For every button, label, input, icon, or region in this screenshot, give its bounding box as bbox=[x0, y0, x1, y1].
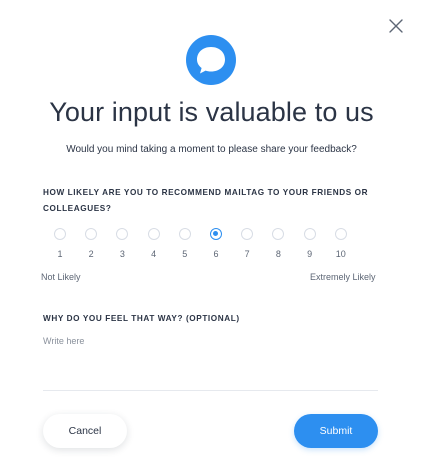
rating-number: 8 bbox=[275, 249, 281, 259]
rating-number: 1 bbox=[57, 249, 63, 259]
rating-option-9[interactable]: 9 bbox=[298, 228, 322, 259]
cancel-button[interactable]: Cancel bbox=[43, 414, 127, 448]
page-title: Your input is valuable to us bbox=[49, 97, 374, 127]
feedback-textarea[interactable] bbox=[43, 334, 378, 391]
scale-max-label: Extremely Likely bbox=[310, 272, 376, 282]
chat-bubble-icon bbox=[186, 35, 236, 85]
rating-radio[interactable] bbox=[116, 228, 129, 240]
scale-min-label: Not Likely bbox=[41, 272, 81, 282]
rating-option-1[interactable]: 1 bbox=[48, 228, 72, 259]
rating-number: 4 bbox=[151, 249, 157, 259]
rating-radio[interactable] bbox=[210, 228, 222, 240]
rating-radio[interactable] bbox=[241, 228, 254, 240]
rating-option-2[interactable]: 2 bbox=[79, 228, 103, 259]
reason-question-label: WHY DO YOU FEEL THAT WAY? (OPTIONAL) bbox=[43, 314, 240, 323]
rating-radio[interactable] bbox=[303, 228, 316, 240]
rating-number: 2 bbox=[88, 249, 94, 259]
rating-option-7[interactable]: 7 bbox=[235, 228, 259, 259]
close-icon[interactable] bbox=[387, 17, 405, 35]
page-subtitle: Would you mind taking a moment to please… bbox=[66, 144, 357, 155]
rating-option-3[interactable]: 3 bbox=[110, 228, 134, 259]
rating-radio[interactable] bbox=[85, 228, 98, 240]
submit-button[interactable]: Submit bbox=[294, 414, 378, 448]
rating-scale: 1 2 3 4 5 6 7 8 9 10 bbox=[48, 228, 358, 268]
rating-number: 3 bbox=[119, 249, 125, 259]
rating-number: 7 bbox=[244, 249, 250, 259]
rating-number: 9 bbox=[307, 249, 313, 259]
rating-option-10[interactable]: 10 bbox=[329, 228, 353, 259]
rating-radio[interactable] bbox=[147, 228, 160, 240]
rating-number: 10 bbox=[335, 249, 346, 259]
rating-number: 6 bbox=[213, 249, 219, 259]
rating-option-8[interactable]: 8 bbox=[266, 228, 290, 259]
rating-option-5[interactable]: 5 bbox=[173, 228, 197, 259]
recommend-question-label: HOW LIKELY ARE YOU TO RECOMMEND MAILTAG … bbox=[43, 188, 369, 213]
rating-number: 5 bbox=[182, 249, 188, 259]
rating-option-4[interactable]: 4 bbox=[142, 228, 166, 259]
rating-radio[interactable] bbox=[272, 228, 285, 240]
rating-option-6[interactable]: 6 bbox=[204, 228, 228, 259]
rating-radio[interactable] bbox=[334, 228, 347, 240]
rating-radio[interactable] bbox=[178, 228, 191, 240]
rating-radio[interactable] bbox=[54, 228, 66, 240]
